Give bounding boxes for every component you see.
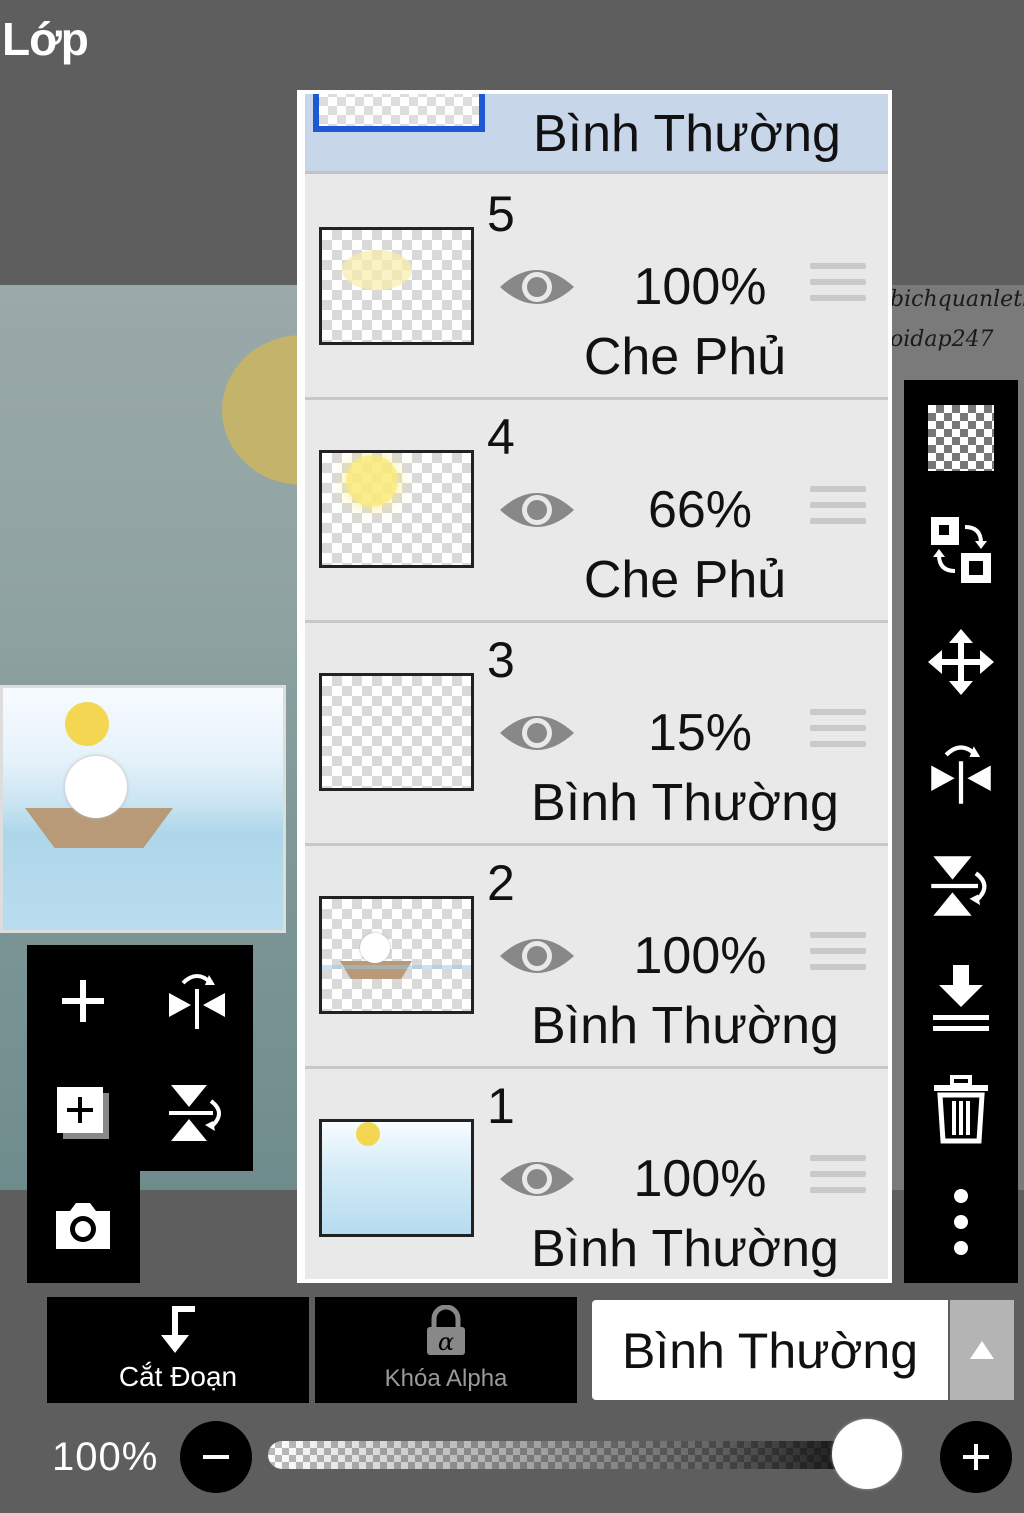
left-tool-panel bbox=[27, 945, 253, 1171]
flip-horizontal-icon bbox=[169, 974, 225, 1029]
flip-vertical-button[interactable] bbox=[921, 846, 1001, 926]
add-folder-button[interactable] bbox=[43, 1073, 123, 1153]
flip-vertical-button[interactable] bbox=[157, 1073, 237, 1153]
eye-icon[interactable] bbox=[498, 259, 576, 315]
flip-vertical-icon bbox=[169, 1085, 221, 1141]
flip-horizontal-button[interactable] bbox=[157, 961, 237, 1041]
clipping-button[interactable]: Cắt Đoạn bbox=[47, 1297, 309, 1403]
layer-opacity: 100% bbox=[633, 927, 767, 985]
triangle-up-icon bbox=[970, 1341, 994, 1359]
layer-row[interactable]: 3 15% Bình Thường bbox=[305, 623, 888, 846]
layer-opacity: 66% bbox=[647, 481, 753, 539]
move-button[interactable] bbox=[921, 622, 1001, 702]
selected-layer-row[interactable]: Bình Thường bbox=[305, 94, 888, 174]
add-layer-icon bbox=[62, 980, 104, 1022]
opacity-slider-knob[interactable] bbox=[832, 1419, 902, 1489]
blend-mode-dropdown[interactable]: Bình Thường bbox=[592, 1300, 948, 1400]
swap-layers-button[interactable] bbox=[921, 510, 1001, 590]
layer-number: 3 bbox=[487, 632, 515, 688]
layer-thumbnail bbox=[319, 227, 474, 345]
move-icon bbox=[928, 629, 994, 695]
preview-sun bbox=[65, 702, 109, 746]
more-vertical-icon bbox=[954, 1189, 968, 1255]
page-title: Lớp bbox=[2, 13, 89, 65]
clipping-arrow-icon bbox=[161, 1306, 195, 1353]
drag-handle-icon[interactable] bbox=[810, 263, 866, 313]
canvas-preview[interactable] bbox=[0, 685, 286, 933]
opacity-slider-track[interactable] bbox=[268, 1441, 898, 1469]
layer-thumbnail bbox=[319, 450, 474, 568]
transparency-icon bbox=[928, 405, 994, 471]
layer-blend-mode: Che Phủ bbox=[583, 551, 787, 609]
opacity-control: 100% bbox=[0, 1415, 1024, 1513]
add-folder-icon bbox=[57, 1087, 109, 1139]
watermark-line-2: oidap247 bbox=[890, 327, 994, 352]
layer-row[interactable]: 5 100% Che Phủ bbox=[305, 177, 888, 400]
camera-button[interactable] bbox=[43, 1186, 123, 1266]
delete-layer-button[interactable] bbox=[921, 1070, 1001, 1150]
alpha-lock-button[interactable]: α Khóa Alpha bbox=[315, 1297, 577, 1403]
drag-handle-icon[interactable] bbox=[810, 486, 866, 536]
layer-thumbnail bbox=[319, 1119, 474, 1237]
flip-horizontal-button[interactable] bbox=[921, 734, 1001, 814]
camera-icon bbox=[56, 1203, 110, 1249]
drag-handle-icon[interactable] bbox=[810, 932, 866, 982]
layer-number: 1 bbox=[487, 1078, 515, 1134]
layer-number: 2 bbox=[487, 855, 515, 911]
layer-number: 4 bbox=[487, 409, 515, 465]
preview-character bbox=[65, 756, 127, 818]
drag-handle-icon[interactable] bbox=[810, 1155, 866, 1205]
watermark-line-1: bichquanleth bbox=[890, 287, 1024, 312]
blend-mode-dropdown-toggle[interactable] bbox=[950, 1300, 1014, 1400]
flip-horizontal-icon bbox=[931, 745, 991, 804]
flip-vertical-icon bbox=[931, 856, 987, 916]
left-tool-panel-lower bbox=[27, 1170, 140, 1283]
opacity-value: 100% bbox=[52, 1435, 159, 1479]
more-options-button[interactable] bbox=[921, 1182, 1001, 1262]
eye-icon[interactable] bbox=[498, 482, 576, 538]
plus-icon bbox=[963, 1444, 989, 1470]
minus-icon bbox=[203, 1455, 229, 1459]
layer-row[interactable]: 1 100% Bình Thường bbox=[305, 1069, 888, 1279]
drag-handle-icon[interactable] bbox=[810, 709, 866, 759]
transparency-button[interactable] bbox=[921, 398, 1001, 478]
merge-down-icon bbox=[933, 965, 989, 1031]
layers-panel: Bình Thường 5 100% Che Phủ 4 66% Che Phủ bbox=[297, 90, 892, 1283]
eye-icon[interactable] bbox=[498, 705, 576, 761]
swap-layers-icon bbox=[931, 517, 991, 583]
layer-thumbnail bbox=[319, 896, 474, 1014]
add-layer-button[interactable] bbox=[43, 961, 123, 1041]
alpha-lock-label: Khóa Alpha bbox=[384, 1365, 508, 1392]
layer-opacity: 15% bbox=[647, 704, 753, 762]
opacity-decrease-button[interactable] bbox=[180, 1421, 252, 1493]
eye-icon[interactable] bbox=[498, 928, 576, 984]
layer-blend-mode: Bình Thường bbox=[531, 1220, 839, 1278]
layer-opacity: 100% bbox=[633, 258, 767, 316]
layer-number: 5 bbox=[487, 186, 515, 242]
merge-down-button[interactable] bbox=[921, 958, 1001, 1038]
clipping-label: Cắt Đoạn bbox=[118, 1361, 238, 1392]
selected-layer-thumbnail bbox=[313, 94, 485, 132]
eye-icon[interactable] bbox=[498, 1151, 576, 1207]
blend-mode-value: Bình Thường bbox=[621, 1323, 919, 1379]
opacity-increase-button[interactable] bbox=[940, 1421, 1012, 1493]
layer-row[interactable]: 2 100% Bình Thường bbox=[305, 846, 888, 1069]
layer-blend-mode: Bình Thường bbox=[531, 774, 839, 832]
layer-blend-mode: Che Phủ bbox=[583, 328, 787, 386]
layer-blend-mode: Bình Thường bbox=[531, 997, 839, 1055]
trash-icon bbox=[934, 1075, 988, 1144]
svg-text:α: α bbox=[438, 1328, 454, 1356]
right-toolbar bbox=[904, 380, 1018, 1283]
layer-row[interactable]: 4 66% Che Phủ bbox=[305, 400, 888, 623]
selected-layer-blend-mode: Bình Thường bbox=[533, 105, 841, 163]
layer-thumbnail bbox=[319, 673, 474, 791]
lock-icon: α bbox=[427, 1305, 465, 1356]
layer-opacity: 100% bbox=[633, 1150, 767, 1208]
